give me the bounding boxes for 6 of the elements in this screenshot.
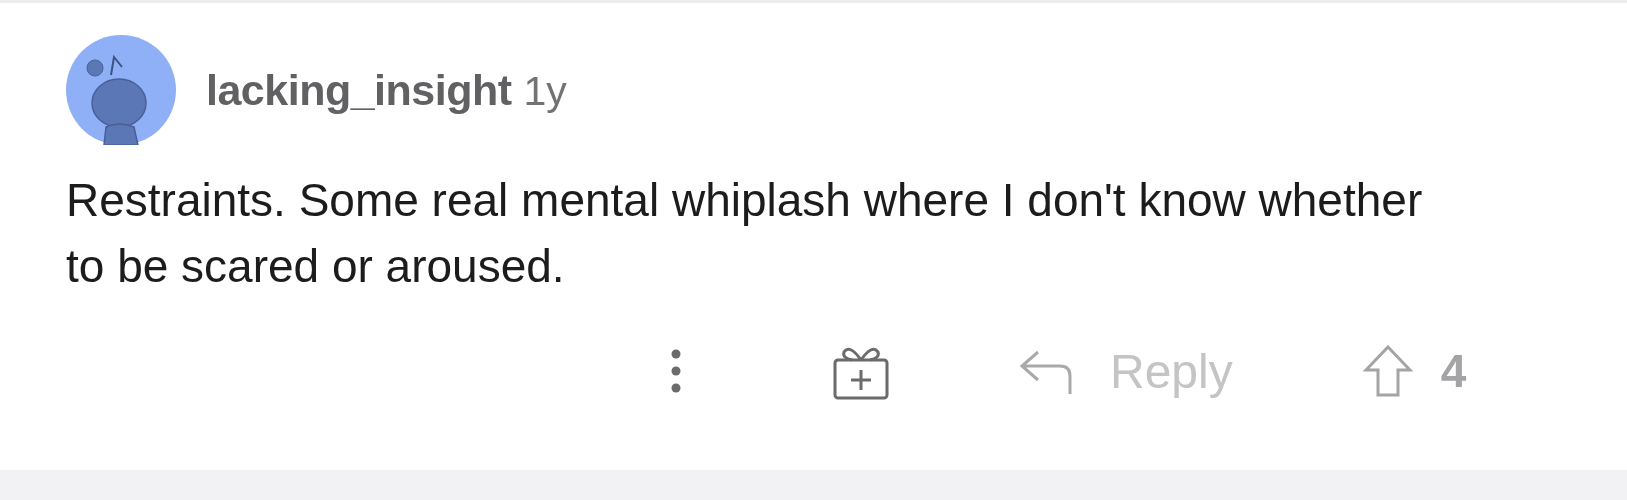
vote-count: 4	[1440, 344, 1467, 398]
avatar-icon	[66, 35, 176, 145]
timestamp: 1y	[523, 67, 567, 115]
more-options-button[interactable]	[670, 348, 682, 394]
username[interactable]: lacking_insight	[206, 65, 512, 115]
comment-text: Restraints. Some real mental whiplash where I don't know whether to be scared or aroused.	[66, 173, 1424, 294]
